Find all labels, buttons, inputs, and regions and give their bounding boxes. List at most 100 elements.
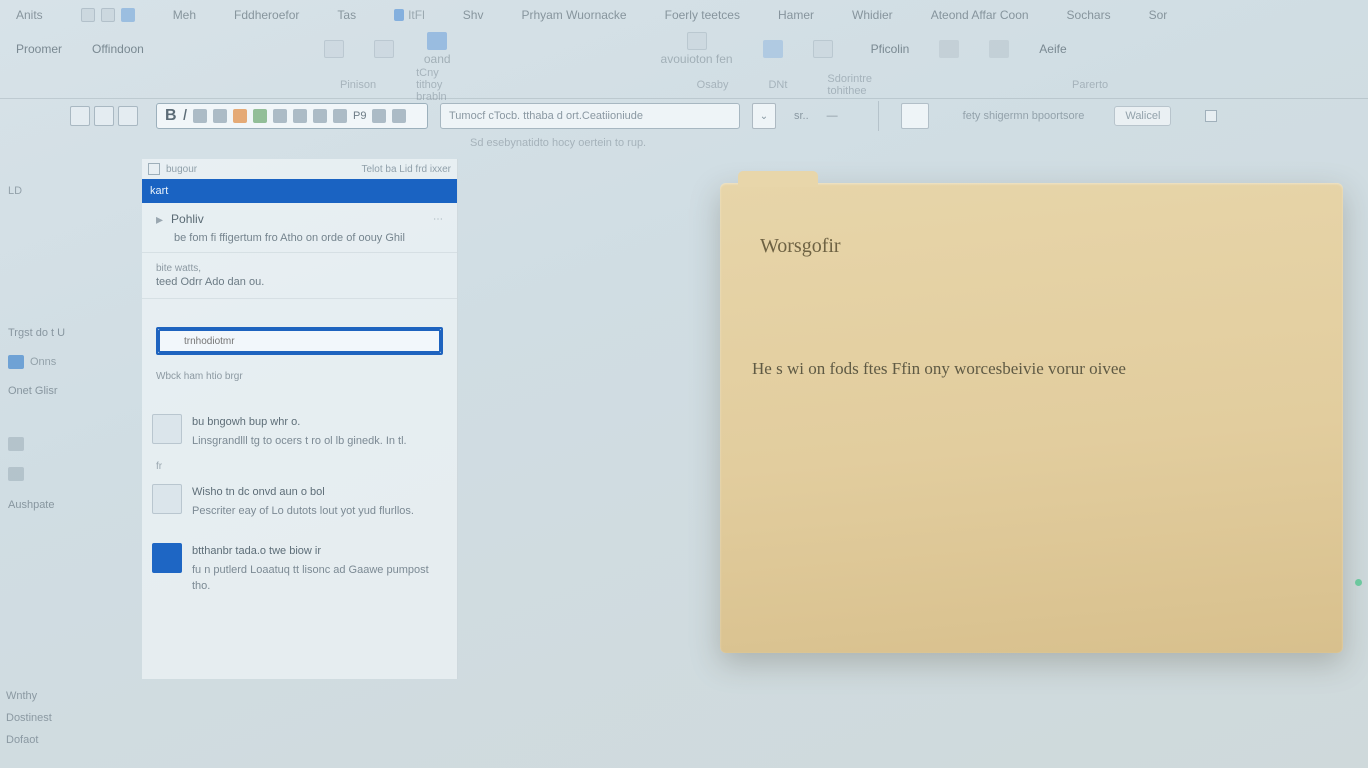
ribbon-button[interactable] — [374, 40, 394, 58]
color-icon[interactable] — [233, 109, 247, 123]
small-dropdown[interactable] — [901, 103, 929, 129]
list-icon — [8, 437, 24, 451]
tab[interactable]: Sor — [1149, 8, 1168, 22]
nav-heading: Onet Glisr — [8, 385, 92, 397]
tab[interactable]: Anits — [16, 8, 43, 22]
item-sep: fr — [142, 461, 457, 472]
format-icon[interactable] — [193, 109, 207, 123]
ribbon-label: Pficolin — [871, 42, 910, 56]
italic-button[interactable]: I — [183, 107, 187, 125]
list-icon — [8, 467, 24, 481]
format-icon[interactable] — [273, 109, 287, 123]
box-icon — [813, 40, 833, 58]
toolbar-label: fety shigermn bpoortsore — [963, 110, 1085, 122]
group-label: Sdorintre tohithee — [827, 73, 872, 97]
list-section-header[interactable]: kart — [142, 179, 457, 203]
ribbon-label: Proomer — [16, 42, 62, 56]
list-item[interactable]: bu bngowh bup whr o. Linsgrandlll tg to … — [142, 402, 457, 461]
ctrl[interactable]: sr.. — [794, 110, 809, 122]
list-item[interactable]: ▸ Pohliv ⋯ be fom fi ffigertum fro Atho … — [142, 203, 457, 252]
item-subtitle: Pescriter eay of Lo dutots lout yot yud … — [192, 503, 414, 520]
dropdown-icon[interactable]: ⌄ — [752, 103, 776, 129]
tab[interactable]: Ateond Affar Coon — [931, 8, 1029, 22]
tab[interactable]: Tas — [337, 8, 356, 22]
ribbon-button[interactable] — [939, 40, 959, 58]
ribbon-button[interactable] — [989, 40, 1009, 58]
nav-footer-item[interactable]: Dofaot — [6, 729, 52, 751]
format-icon[interactable] — [213, 109, 227, 123]
hint-text: Sd esebynatidto hocy oertein to rup. — [0, 133, 1368, 159]
nav-item[interactable]: Onns — [8, 355, 92, 369]
nav-heading: Trgst do t U — [8, 327, 92, 339]
tab[interactable]: Sochars — [1067, 8, 1111, 22]
tab[interactable]: ItFl — [408, 8, 425, 22]
nav-item[interactable] — [8, 437, 92, 451]
format-icon[interactable] — [333, 109, 347, 123]
page-icon — [324, 40, 344, 58]
nav-item[interactable] — [8, 467, 92, 481]
item-caption: bite watts, — [156, 263, 443, 276]
ribbon-group-labels: Pinison tCny tithoy brabln Osaby DNt Sdo… — [0, 72, 1368, 98]
search-input[interactable] — [158, 329, 441, 353]
ribbon-button[interactable]: avouioton fen — [661, 32, 733, 66]
list-caption: Telot ba Lid frd ixxer — [362, 164, 452, 175]
bold-button[interactable]: B — [165, 107, 177, 125]
page-icon — [374, 40, 394, 58]
color-icon[interactable] — [253, 109, 267, 123]
thumbnail-icon — [152, 543, 182, 573]
toolbar-button[interactable]: Walicel — [1114, 106, 1171, 126]
ribbon-controls: Proomer Offindoon oand avouioton fen Pfi… — [0, 26, 1368, 72]
font-combo[interactable]: Tumocf cTocb. tthaba d ort.Ceatiioniude — [440, 103, 740, 129]
tab[interactable]: Meh — [173, 8, 196, 22]
timestamp: ⋯ — [433, 214, 443, 225]
box-icon — [763, 40, 783, 58]
grid-icon — [427, 32, 447, 50]
folder-icon — [8, 355, 24, 369]
ribbon-label: Offindoon — [92, 42, 144, 56]
format-icon[interactable] — [372, 109, 386, 123]
ribbon-button[interactable] — [324, 40, 344, 58]
format-icon[interactable] — [293, 109, 307, 123]
chevron-right-icon: ▸ — [156, 211, 163, 228]
panel-toggle[interactable] — [70, 106, 90, 126]
ribbon-button[interactable] — [763, 40, 783, 58]
item-title: Pohliv — [171, 212, 204, 226]
sticky-note[interactable]: Worsgofir He s wi on fods ftes Ffin ony … — [720, 183, 1343, 653]
group-label: Pinison — [340, 79, 376, 91]
list-item[interactable]: bite watts, teed Odrr Ado dan ou. — [142, 252, 457, 298]
ctrl[interactable]: — — [827, 110, 838, 122]
group-label: tCny tithoy brabln — [416, 67, 447, 103]
list-item[interactable]: btthanbr tada.o twe biow ir fu n putlerd… — [142, 531, 457, 607]
thumbnail-icon — [152, 414, 182, 444]
tab[interactable]: Foerly teetces — [665, 8, 740, 22]
group-label: DNt — [768, 79, 787, 91]
tab[interactable]: Hamer — [778, 8, 814, 22]
nav-footer-item[interactable]: Wnthy — [6, 685, 52, 707]
checkbox-icon[interactable] — [1205, 110, 1217, 122]
nav-footer-item[interactable]: Dostinest — [6, 707, 52, 729]
item-subtitle: be fom fi ffigertum fro Atho on orde of … — [156, 232, 443, 244]
checkbox-icon[interactable] — [148, 163, 160, 175]
item-subtitle: fu n putlerd Loaatuq tt lisonc ad Gaawe … — [192, 562, 447, 595]
message-list: bugour Telot ba Lid frd ixxer kart ▸ Poh… — [142, 159, 458, 679]
panel-toggle[interactable] — [118, 106, 138, 126]
ribbon-button[interactable]: oand — [424, 32, 451, 66]
paragraph-button[interactable]: P9 — [353, 110, 366, 122]
note-title: Worsgofir — [720, 183, 1343, 258]
nav-item[interactable]: LD — [8, 185, 92, 197]
tab[interactable]: Fddheroefor — [234, 8, 299, 22]
format-buttons: B I P9 — [156, 103, 428, 129]
group-label: Osaby — [697, 79, 729, 91]
tab[interactable]: Whidier — [852, 8, 893, 22]
format-icon[interactable] — [392, 109, 406, 123]
format-icon[interactable] — [313, 109, 327, 123]
format-toolbar: B I P9 Tumocf cTocb. tthaba d ort.Ceatii… — [0, 99, 1368, 133]
ribbon-button[interactable] — [813, 40, 833, 58]
panel-toggle[interactable] — [94, 106, 114, 126]
list-caption: bugour — [166, 164, 356, 175]
list-item[interactable]: Wisho tn dc onvd aun o bol Pescriter eay… — [142, 472, 457, 531]
tab[interactable]: Prhyam Wuornacke — [521, 8, 626, 22]
box-icon — [687, 32, 707, 50]
tab[interactable]: Shv — [463, 8, 484, 22]
thumbnail-icon — [152, 484, 182, 514]
